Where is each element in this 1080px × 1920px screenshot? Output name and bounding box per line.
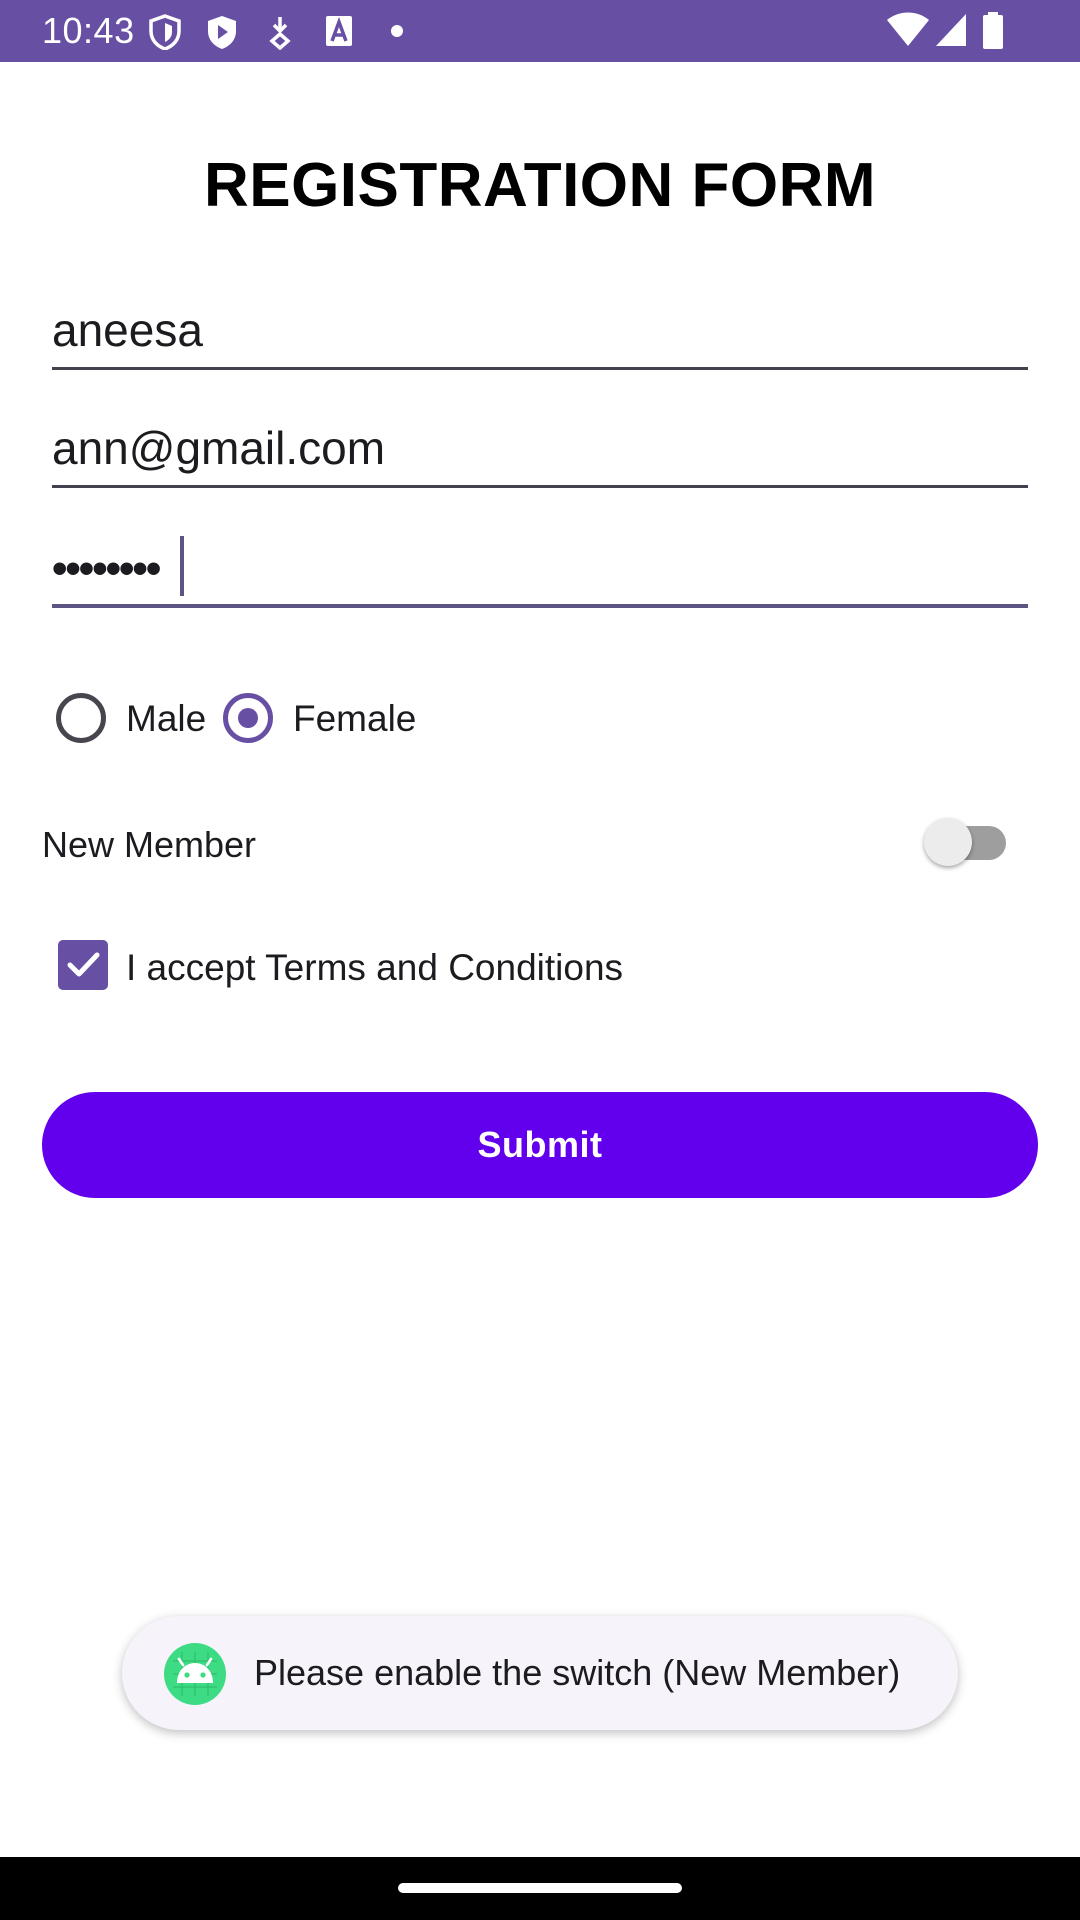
navigation-bar bbox=[0, 1857, 1080, 1920]
terms-label: I accept Terms and Conditions bbox=[126, 947, 624, 988]
play-protect-icon bbox=[208, 16, 236, 49]
submit-button[interactable]: Submit bbox=[42, 1092, 1038, 1198]
radio-female-circle bbox=[223, 693, 273, 743]
page-title: REGISTRATION FORM bbox=[203, 151, 877, 220]
font-a-icon bbox=[326, 16, 352, 46]
password-field-value: •••••••• bbox=[52, 544, 161, 593]
shield-icon bbox=[149, 14, 181, 50]
radio-female-dot bbox=[238, 708, 258, 728]
name-field[interactable]: aneesa bbox=[52, 300, 1028, 370]
battery-icon bbox=[983, 12, 1003, 49]
status-bar: 10:43 bbox=[0, 0, 1080, 62]
radio-male-label: Male bbox=[126, 698, 207, 739]
wifi-icon bbox=[887, 12, 929, 46]
checkmark-icon bbox=[67, 952, 100, 977]
email-field[interactable]: ann@gmail.com bbox=[52, 418, 1028, 488]
new-member-switch[interactable] bbox=[924, 818, 1008, 866]
radio-male-circle bbox=[56, 693, 106, 743]
radio-female-label: Female bbox=[293, 698, 417, 739]
new-member-label: New Member bbox=[42, 824, 257, 865]
screen: 10:43 REGISTRATION FORM aneesa ann@gmail… bbox=[0, 0, 1080, 1920]
status-time: 10:43 bbox=[42, 10, 135, 51]
password-field[interactable]: •••••••• bbox=[52, 536, 1028, 608]
email-field-value: ann@gmail.com bbox=[52, 422, 386, 474]
toast: Please enable the switch (New Member) bbox=[122, 1616, 958, 1730]
toast-message: Please enable the switch (New Member) bbox=[254, 1652, 901, 1693]
download-icon bbox=[269, 17, 291, 50]
text-cursor bbox=[180, 536, 184, 596]
android-icon bbox=[164, 1643, 226, 1705]
dot-icon bbox=[391, 25, 403, 37]
name-field-value: aneesa bbox=[52, 304, 203, 356]
home-handle[interactable] bbox=[398, 1883, 682, 1893]
switch-thumb bbox=[924, 818, 972, 866]
terms-checkbox[interactable] bbox=[58, 940, 108, 990]
signal-icon bbox=[936, 14, 966, 46]
